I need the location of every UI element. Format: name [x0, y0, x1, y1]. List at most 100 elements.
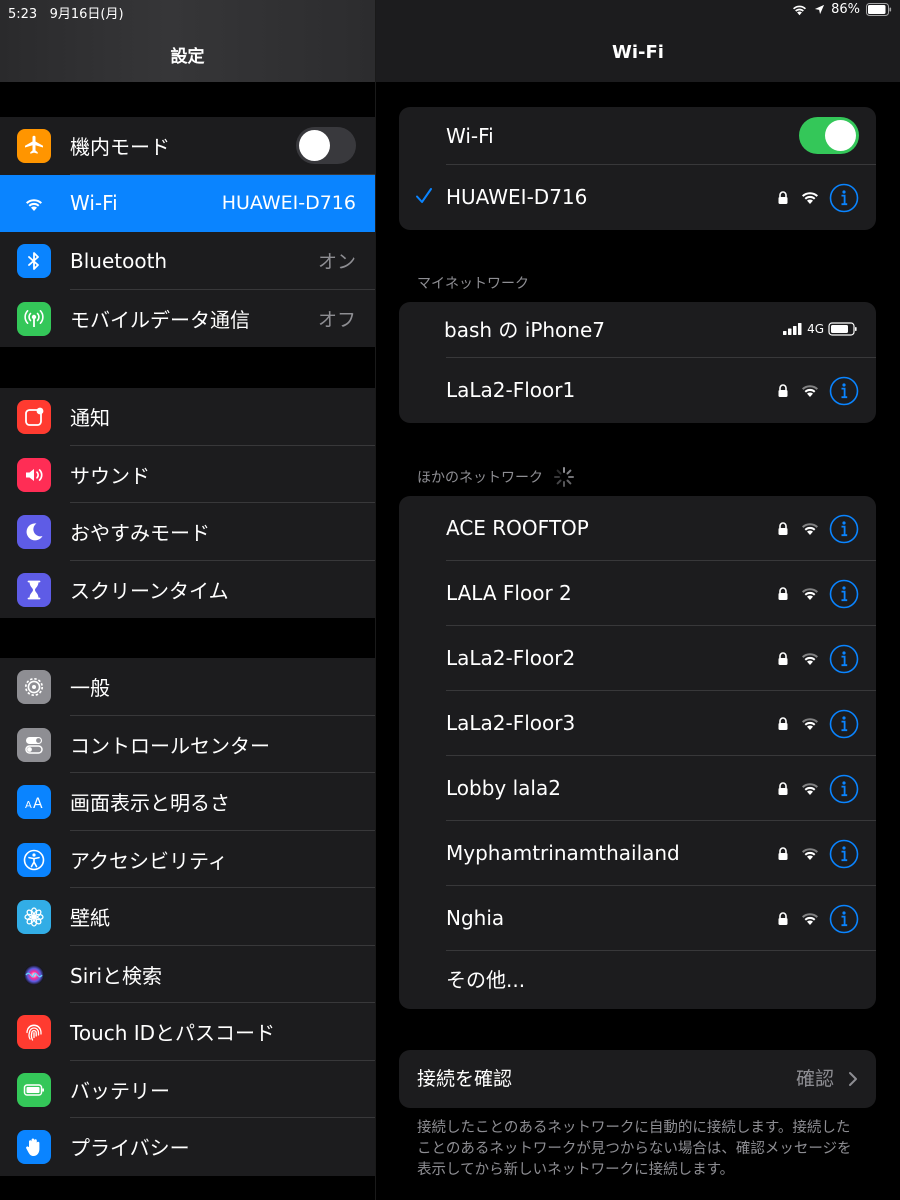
lock-icon	[778, 717, 788, 730]
airplane-icon	[17, 129, 51, 163]
sidebar-item-label: スクリーンタイム	[70, 578, 229, 603]
sidebar-item[interactable]: Touch IDとパスコード	[0, 1003, 375, 1061]
network-name: LaLa2-Floor1	[446, 378, 576, 402]
hotspot-row[interactable]: bash の iPhone7 4G	[399, 302, 876, 358]
wifi-signal-icon	[802, 718, 818, 730]
other-networks-header-wrap: ほかのネットワーク	[417, 466, 575, 488]
switches-icon	[17, 727, 51, 762]
info-icon[interactable]	[829, 376, 859, 406]
sidebar-item[interactable]: コントロールセンター	[0, 716, 375, 773]
detail-title: Wi-Fi	[612, 42, 664, 63]
bluetooth-icon	[17, 244, 51, 278]
sidebar-item-value: オフ	[317, 308, 356, 331]
fingerprint-icon	[17, 1015, 51, 1049]
hand-icon	[17, 1130, 51, 1164]
sidebar-item[interactable]: バッテリー	[0, 1061, 375, 1118]
settings-group: 通知サウンドおやすみモードスクリーンタイム	[0, 388, 375, 618]
network-row[interactable]: Lobby lala2	[399, 756, 876, 821]
network-row[interactable]: LALA Floor 2	[399, 561, 876, 626]
sidebar-item[interactable]: 通知	[0, 388, 375, 446]
svg-text:A: A	[25, 800, 32, 811]
other-network-join-label: その他...	[446, 968, 526, 992]
network-row[interactable]: Nghia	[399, 886, 876, 951]
sidebar-item[interactable]: プライバシー	[0, 1118, 375, 1176]
wifi-toggle[interactable]	[799, 117, 859, 154]
my-networks-card: bash の iPhone7 4G LaLa2-Floor1	[399, 302, 876, 423]
sidebar-item-label: コントロールセンター	[70, 733, 270, 758]
connected-network-row[interactable]: HUAWEI-D716	[399, 165, 876, 230]
battery-percent: 86%	[831, 2, 860, 17]
sidebar-item-label: Bluetooth	[70, 248, 168, 273]
wifi-signal-icon	[802, 192, 818, 204]
wifi-toggle-label: Wi-Fi	[446, 124, 494, 148]
info-icon[interactable]	[829, 514, 859, 544]
info-icon[interactable]	[829, 904, 859, 934]
wifi-signal-icon	[802, 848, 818, 860]
network-name: Nghia	[446, 906, 505, 930]
lock-icon	[778, 912, 788, 925]
status-bar-right: 86%	[791, 2, 892, 17]
sidebar-item-label: サウンド	[70, 463, 150, 488]
sidebar-item-label: バッテリー	[70, 1078, 170, 1103]
sidebar-item[interactable]: Wi-Fi HUAWEI-D716	[0, 174, 375, 232]
sidebar-item-label: 通知	[70, 406, 110, 431]
sidebar-item[interactable]: 壁紙	[0, 888, 375, 946]
moon-icon	[17, 515, 51, 549]
network-row[interactable]: LaLa2-Floor1	[399, 358, 876, 423]
network-name: Myphamtrinamthailand	[446, 841, 680, 865]
settings-group: 機内モード Wi-Fi HUAWEI-D716 Bluetooth オン モバイルデータ通…	[0, 117, 375, 347]
sidebar-item[interactable]: Bluetooth オン	[0, 232, 375, 290]
speaker-icon	[17, 457, 51, 492]
info-icon[interactable]	[829, 709, 859, 739]
info-icon[interactable]	[829, 183, 859, 213]
network-row[interactable]: LaLa2-Floor2	[399, 626, 876, 691]
other-network-join-row[interactable]: その他...	[399, 951, 876, 1009]
lock-icon	[778, 652, 788, 665]
network-name: LaLa2-Floor2	[446, 646, 576, 670]
sidebar-item-label: 画面表示と明るさ	[70, 791, 230, 816]
toggle-knob	[299, 130, 330, 161]
lock-icon	[778, 191, 788, 204]
ask-to-join-footnote: 接続したことのあるネットワークに自動的に接続します。接続したことのあるネットワー…	[417, 1120, 852, 1178]
sidebar-item[interactable]: 機内モード	[0, 117, 375, 175]
loading-spinner-icon	[554, 467, 574, 487]
ask-to-join-row[interactable]: 接続を確認 確認	[399, 1050, 876, 1108]
sidebar-item-label: プライバシー	[70, 1136, 190, 1161]
wifi-signal-icon	[802, 913, 818, 925]
airplane-mode-toggle[interactable]	[296, 127, 356, 164]
checkmark-icon	[416, 188, 432, 203]
sidebar-item-label: Touch IDとパスコード	[70, 1021, 276, 1046]
wifi-toggle-card: Wi-Fi HUAWEI-D716	[399, 107, 876, 230]
sidebar-item[interactable]: サウンド	[0, 446, 375, 503]
info-icon[interactable]	[829, 839, 859, 869]
network-row[interactable]: ACE ROOFTOP	[399, 496, 876, 561]
sidebar-item-label: 壁紙	[70, 906, 110, 931]
connected-network-name: HUAWEI-D716	[446, 185, 588, 209]
status-date: 9月16日(月)	[49, 7, 124, 22]
text-size-icon: AA	[17, 785, 51, 819]
flower-icon	[17, 900, 51, 934]
wifi-signal-icon	[802, 653, 818, 665]
lock-icon	[778, 587, 788, 600]
sidebar-item[interactable]: おやすみモード	[0, 503, 375, 561]
notification-icon	[17, 400, 51, 434]
battery-status-icon	[866, 3, 892, 16]
toggle-knob	[825, 120, 856, 151]
sidebar-item[interactable]: 一般	[0, 658, 375, 716]
sidebar-item[interactable]: アクセシビリティ	[0, 831, 375, 888]
info-icon[interactable]	[829, 644, 859, 674]
sidebar-item[interactable]: モバイルデータ通信 オフ	[0, 290, 375, 348]
sidebar-item[interactable]: A A 画面表示と明るさ	[0, 773, 375, 831]
info-icon[interactable]	[829, 579, 859, 609]
sidebar-item[interactable]: スクリーンタイム	[0, 561, 375, 619]
other-networks-list: ACE ROOFTOP LALA Floor 2 LaLa2-Floor2 LaLa2…	[399, 496, 876, 951]
wifi-toggle-row: Wi-Fi	[399, 107, 876, 165]
gear-icon	[17, 670, 51, 704]
network-row[interactable]: Myphamtrinamthailand	[399, 821, 876, 886]
my-networks-header: マイネットワーク	[417, 276, 529, 292]
ask-to-join-value: 確認	[795, 1068, 834, 1090]
network-row[interactable]: LaLa2-Floor3	[399, 691, 876, 756]
sidebar-item[interactable]: Siriと検索	[0, 946, 375, 1003]
lock-icon	[778, 522, 788, 535]
info-icon[interactable]	[829, 774, 859, 804]
